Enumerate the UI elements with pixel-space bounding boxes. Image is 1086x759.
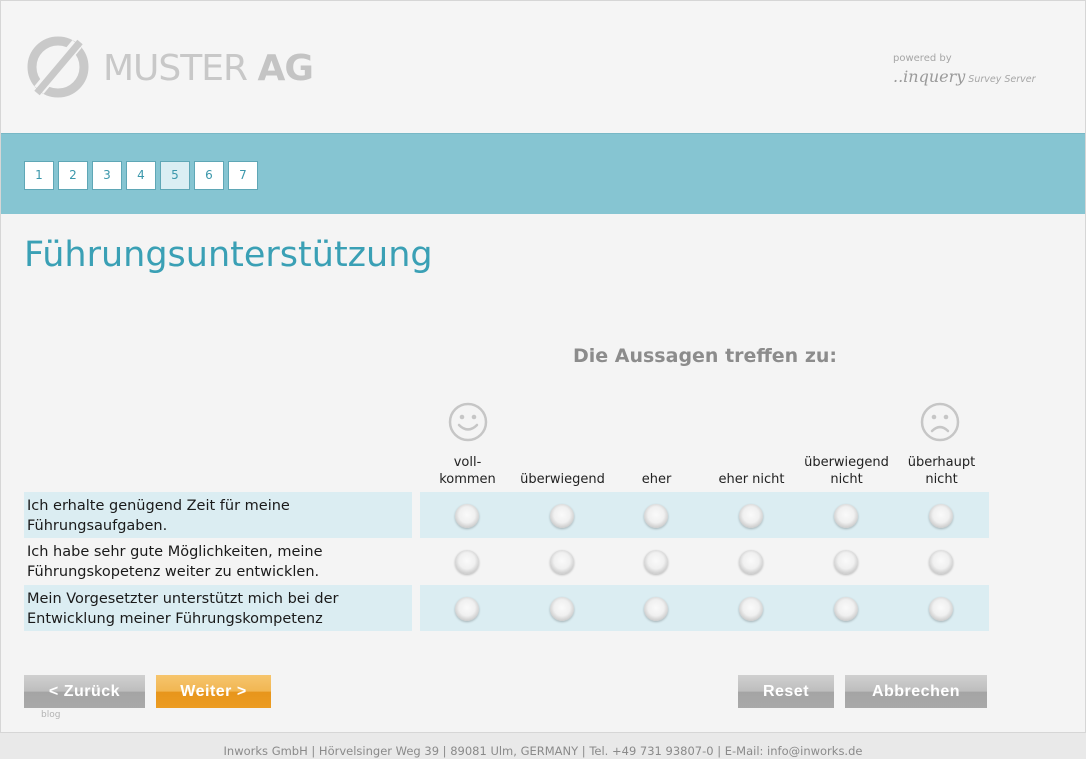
column-header: überwiegend nicht bbox=[799, 454, 894, 488]
circle-slash-logo-icon bbox=[27, 36, 89, 98]
powered-brand: ..inquery Survey Server bbox=[893, 67, 1036, 86]
logo-text-bold: AG bbox=[257, 48, 313, 89]
header: MUSTER AG powered by ..inquery Survey Ser… bbox=[1, 1, 1085, 133]
statement-line2: Entwicklung meiner Führungskompetenz bbox=[27, 611, 323, 627]
radio-row2-ueberhaupt-nicht[interactable] bbox=[929, 550, 953, 574]
column-header: eher bbox=[609, 454, 704, 488]
column-header-line2: kommen bbox=[439, 472, 496, 487]
radio-row3-ueberhaupt-nicht[interactable] bbox=[929, 597, 953, 621]
page-button-7[interactable]: 7 bbox=[228, 161, 258, 190]
radio-row3-eher[interactable] bbox=[644, 597, 668, 621]
logo-text: MUSTER AG bbox=[103, 48, 314, 89]
radio-row2-vollkommen[interactable] bbox=[455, 550, 479, 574]
logo-text-light: MUSTER bbox=[103, 48, 248, 89]
radio-row2-eher-nicht[interactable] bbox=[739, 550, 763, 574]
radio-row3-eher-nicht[interactable] bbox=[739, 597, 763, 621]
answer-row-1 bbox=[420, 492, 989, 538]
page-button-6[interactable]: 6 bbox=[194, 161, 224, 190]
column-header: überhaupt nicht bbox=[894, 454, 989, 488]
column-header-line2: überwiegend bbox=[520, 472, 605, 487]
column-header-line2: eher nicht bbox=[718, 472, 785, 487]
radio-row1-vollkommen[interactable] bbox=[455, 504, 479, 528]
page-button-1[interactable]: 1 bbox=[24, 161, 54, 190]
company-logo: MUSTER AG bbox=[25, 34, 325, 104]
next-button[interactable]: Weiter > bbox=[156, 675, 271, 708]
radio-row2-ueberwiegend[interactable] bbox=[550, 550, 574, 574]
survey-frame: MUSTER AG powered by ..inquery Survey Ser… bbox=[0, 0, 1086, 733]
column-header-line2: eher bbox=[641, 472, 672, 487]
radio-row1-ueberwiegend-nicht[interactable] bbox=[834, 504, 858, 528]
radio-row1-eher-nicht[interactable] bbox=[739, 504, 763, 528]
back-button[interactable]: < Zurück bbox=[24, 675, 145, 708]
cancel-button[interactable]: Abbrechen bbox=[845, 675, 987, 708]
page-button-2[interactable]: 2 bbox=[58, 161, 88, 190]
radio-row1-eher[interactable] bbox=[644, 504, 668, 528]
answer-row-3 bbox=[420, 585, 989, 631]
radio-row2-ueberwiegend-nicht[interactable] bbox=[834, 550, 858, 574]
column-header: voll-kommen bbox=[420, 454, 515, 488]
column-header-line2: nicht bbox=[830, 472, 863, 487]
reset-button[interactable]: Reset bbox=[738, 675, 834, 708]
answer-row-2 bbox=[420, 538, 989, 584]
statement-row-3: Mein Vorgesetzter unterstützt mich bei d… bbox=[24, 585, 412, 631]
column-header-line1: überhaupt bbox=[907, 455, 976, 470]
radio-row3-ueberwiegend-nicht[interactable] bbox=[834, 597, 858, 621]
blog-label: blog bbox=[41, 710, 61, 720]
radio-row1-ueberhaupt-nicht[interactable] bbox=[929, 504, 953, 528]
column-header: eher nicht bbox=[704, 454, 799, 488]
statement-line1: Ich habe sehr gute Möglichkeiten, meine bbox=[27, 544, 323, 560]
radio-row3-ueberwiegend[interactable] bbox=[550, 597, 574, 621]
column-header-line1: voll- bbox=[453, 455, 482, 470]
page-title: Führungsunterstützung bbox=[24, 235, 433, 275]
statement-line2: Führungsaufgaben. bbox=[27, 518, 168, 534]
smiley-happy-icon bbox=[448, 402, 488, 442]
powered-by-badge: powered by ..inquery Survey Server bbox=[893, 53, 1053, 93]
statement-row-2: Ich habe sehr gute Möglichkeiten, meine F… bbox=[24, 538, 412, 584]
footer-address: Inworks GmbH | Hörvelsinger Weg 39 | 890… bbox=[223, 744, 863, 758]
scale-header: Die Aussagen treffen zu: bbox=[572, 345, 838, 367]
radio-row1-ueberwiegend[interactable] bbox=[550, 504, 574, 528]
powered-brand-suffix: Survey Server bbox=[968, 74, 1036, 85]
statement-line1: Ich erhalte genügend Zeit für meine bbox=[27, 498, 290, 514]
page-button-5-current[interactable]: 5 bbox=[160, 161, 190, 190]
radio-row2-eher[interactable] bbox=[644, 550, 668, 574]
radio-row3-vollkommen[interactable] bbox=[455, 597, 479, 621]
page-navigation: 1 2 3 4 5 6 7 bbox=[1, 133, 1085, 214]
statement-line2: Führungskopetenz weiter zu entwicklen. bbox=[27, 564, 320, 580]
powered-brand-name: ..inquery bbox=[893, 67, 966, 86]
statement-line1: Mein Vorgesetzter unterstützt mich bei d… bbox=[27, 591, 339, 607]
powered-by-label: powered by bbox=[893, 53, 952, 64]
smiley-sad-icon bbox=[920, 402, 960, 442]
column-header: überwiegend bbox=[515, 454, 610, 488]
page-button-4[interactable]: 4 bbox=[126, 161, 156, 190]
column-header-line2: nicht bbox=[925, 472, 958, 487]
column-header-line1: überwiegend bbox=[804, 455, 889, 470]
page-button-3[interactable]: 3 bbox=[92, 161, 122, 190]
statement-row-1: Ich erhalte genügend Zeit für meine Führu… bbox=[24, 492, 412, 538]
